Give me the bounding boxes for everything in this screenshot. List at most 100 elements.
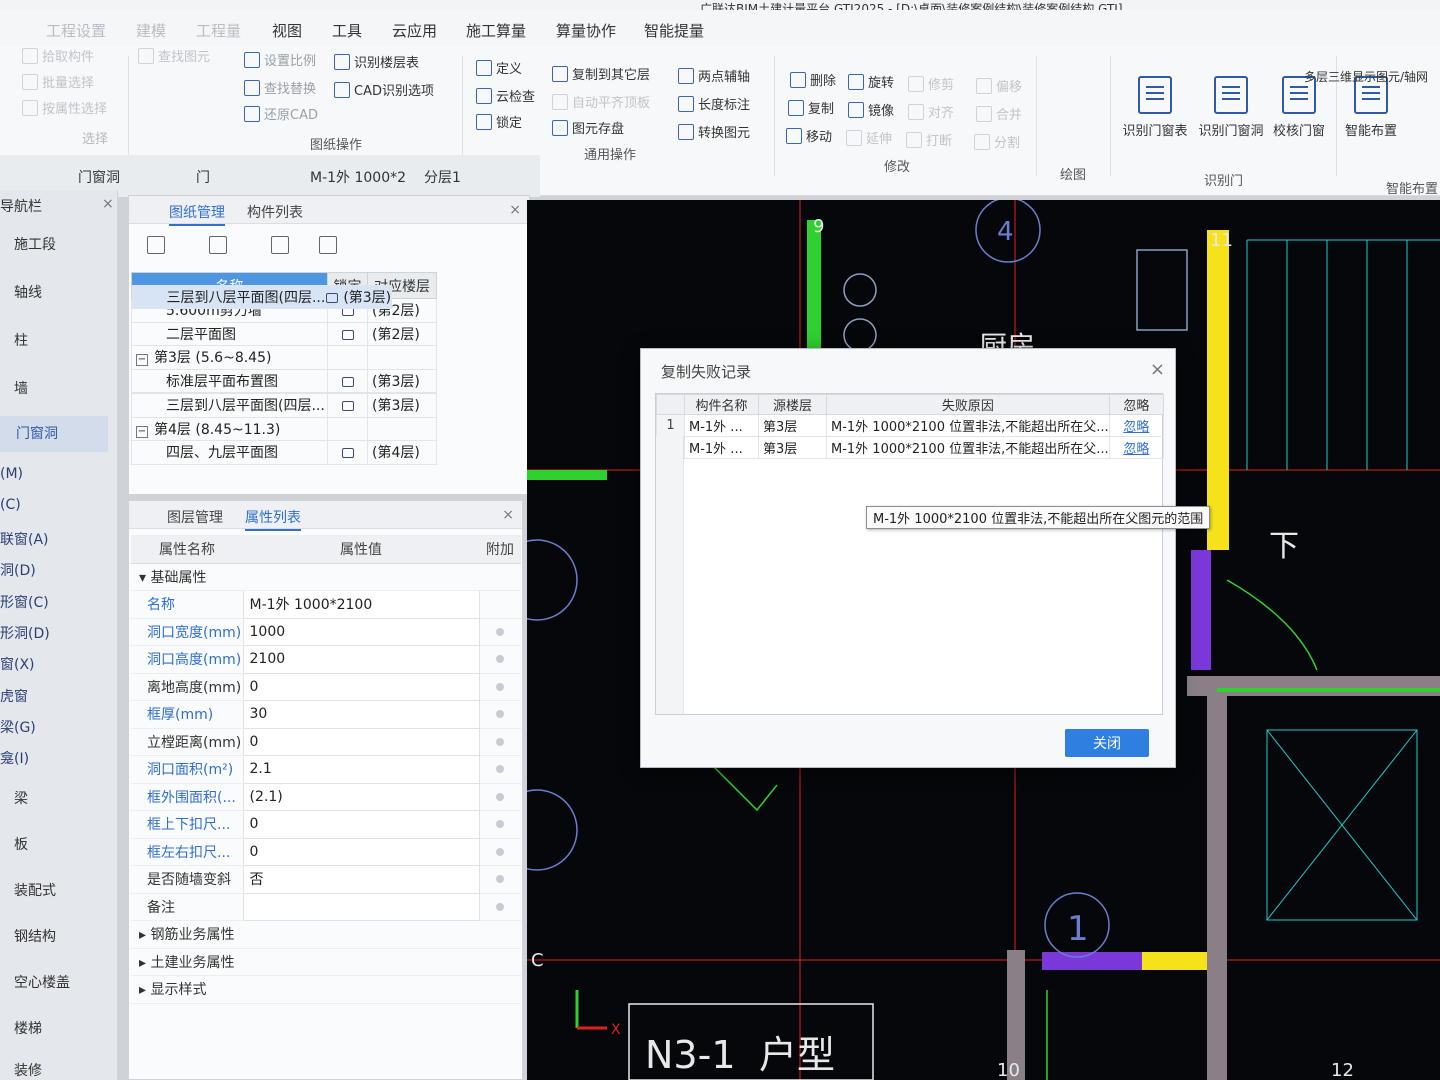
layer-select[interactable]: 分层1 [424,167,461,187]
drawing-lock-cell[interactable] [327,321,368,346]
close-icon[interactable]: × [1150,359,1165,380]
property-value[interactable]: 30 [242,700,480,729]
two-point-axis-button[interactable]: 两点辅轴 [678,66,750,85]
property-extra[interactable] [479,645,521,674]
nav-construction-section[interactable]: 施工段 [14,234,56,254]
pick-component-button[interactable]: 拾取构件 [22,46,94,65]
trash-icon[interactable] [319,236,337,254]
copy-button[interactable]: 复制 [788,98,834,117]
tab-project-settings[interactable]: 工程设置 [46,20,106,41]
tab-property-list[interactable]: 属性列表 [245,507,301,531]
property-value[interactable]: 1000 [242,617,480,646]
col-failure-reason[interactable]: 失败原因 [826,394,1110,415]
tab-component-list[interactable]: 构件列表 [247,202,303,222]
collapsed-group-row[interactable]: ▸ 显示样式 [131,975,521,1004]
add-drawing-icon[interactable] [147,236,165,254]
tab-construction-calc[interactable]: 施工算量 [466,20,526,41]
drawing-lock-cell[interactable] [327,393,368,418]
component-name-select[interactable]: M-1外 1000*2 [310,167,406,187]
merge-button[interactable]: 合并 [976,104,1022,123]
property-extra[interactable] [479,810,521,839]
nav-sub-shaped-window[interactable]: 形窗(C) [0,592,49,612]
identify-door-window-button[interactable]: 识别门窗洞 [1196,76,1266,139]
check-door-window-button[interactable]: 校核门窗 [1264,76,1334,139]
nav-sub-niche[interactable]: 龛(I) [0,748,29,768]
property-value[interactable]: 0 [242,837,480,866]
drawing-row[interactable]: 二层平面图 (第2层) [131,321,437,346]
property-value[interactable]: 0 [242,727,480,756]
batch-select-button[interactable]: 批量选择 [22,72,94,91]
auto-align-slab-button[interactable]: 自动平齐顶板 [552,92,650,111]
drawing-row[interactable]: 三层到八层平面图(四层... (第3层) [131,284,393,310]
property-value[interactable]: M-1外 1000*2100 [242,590,480,619]
component-sub-select[interactable]: 门 [196,167,210,187]
align-button[interactable]: 对齐 [908,102,954,121]
property-value[interactable]: 2.1 [242,755,480,784]
drawing-lock-cell[interactable] [325,284,340,309]
nav-sub-combined-window[interactable]: 联窗(A) [0,529,49,549]
move-button[interactable]: 移动 [786,126,832,145]
trim-button[interactable]: 修剪 [908,74,954,93]
drawing-lock-cell[interactable] [327,440,368,465]
property-value[interactable]: 0 [242,672,480,701]
nav-steel[interactable]: 钢结构 [14,926,56,946]
define-button[interactable]: 定义 [476,58,522,77]
mirror-button[interactable]: 镜像 [848,100,894,119]
edit-drawing-icon[interactable] [209,236,227,254]
lock-button[interactable]: 锁定 [476,112,522,131]
collapse-icon[interactable]: − [136,354,148,367]
nav-slab[interactable]: 板 [14,834,28,854]
collapsed-group-row[interactable]: ▸ 土建业务属性 [131,948,521,976]
property-value[interactable]: (2.1) [242,782,480,811]
set-scale-button[interactable]: 设置比例 [244,50,316,69]
nav-hollow-floor[interactable]: 空心楼盖 [14,972,70,992]
find-element-button[interactable]: 查找图元 [138,46,210,65]
floor-group-row[interactable]: − 第4层 (8.45~11.3) [131,416,437,441]
property-extra[interactable] [479,590,521,619]
find-replace-button[interactable]: 查找替换 [244,78,316,97]
nav-sub-shaped-opening[interactable]: 形洞(D) [0,623,50,643]
tab-modeling[interactable]: 建模 [136,20,166,41]
refresh-icon[interactable] [271,236,289,254]
nav-axis[interactable]: 轴线 [14,282,42,302]
property-value[interactable]: 否 [242,865,480,894]
tab-tools[interactable]: 工具 [332,20,362,41]
nav-beam[interactable]: 梁 [14,788,28,808]
offset-button[interactable]: 偏移 [976,76,1022,95]
property-value[interactable]: 0 [242,810,480,839]
extend-button[interactable]: 延伸 [846,128,892,147]
ignore-link[interactable]: 忽略 [1108,436,1165,459]
tab-view[interactable]: 视图 [272,20,302,41]
smart-layout-button[interactable]: 智能布置 [1336,76,1406,139]
tab-quantity[interactable]: 工程量 [196,20,241,41]
nav-stairs[interactable]: 楼梯 [14,1018,42,1038]
drawing-lock-cell[interactable] [327,416,368,441]
col-component-name[interactable]: 构件名称 [684,394,759,415]
nav-column[interactable]: 柱 [14,330,28,350]
property-extra[interactable] [479,618,521,646]
close-icon[interactable]: × [102,196,114,212]
failure-row[interactable]: 1 M-1外 ... 第3层 M-1外 1000*2100 位置非法,不能超出所在父.… [656,414,1165,437]
close-icon[interactable]: × [509,202,521,218]
save-element-button[interactable]: 图元存盘 [552,118,624,137]
drawing-row[interactable]: 标准层平面布置图 (第3层) [131,368,437,393]
select-by-attribute-button[interactable]: 按属性选择 [22,98,107,117]
close-button[interactable]: 关闭 [1065,729,1149,757]
cad-identify-options-button[interactable]: CAD识别选项 [334,80,434,99]
group-basic-row[interactable]: ▾ 基础属性 [131,563,521,591]
restore-cad-button[interactable]: 还原CAD [244,104,318,123]
col-source-floor[interactable]: 源楼层 [758,394,827,415]
nav-sub-beam-g[interactable]: 梁(G) [0,717,36,737]
nav-sub-door[interactable]: (M) [0,466,23,482]
ignore-link[interactable]: 忽略 [1108,414,1165,437]
copy-to-other-floor-button[interactable]: 复制到其它层 [552,64,650,83]
tab-drawing-management[interactable]: 图纸管理 [169,202,225,226]
cloud-check-button[interactable]: 云检查 [476,86,535,105]
property-extra[interactable] [479,700,521,729]
nav-sub-tiger-window[interactable]: 虎窗 [0,686,28,706]
tab-smart-extract[interactable]: 智能提量 [644,20,704,41]
property-value[interactable] [242,892,480,921]
nav-door-window[interactable]: 门窗洞 [0,416,108,452]
convert-element-button[interactable]: 转换图元 [678,122,750,141]
nav-sub-window[interactable]: (C) [0,497,21,513]
